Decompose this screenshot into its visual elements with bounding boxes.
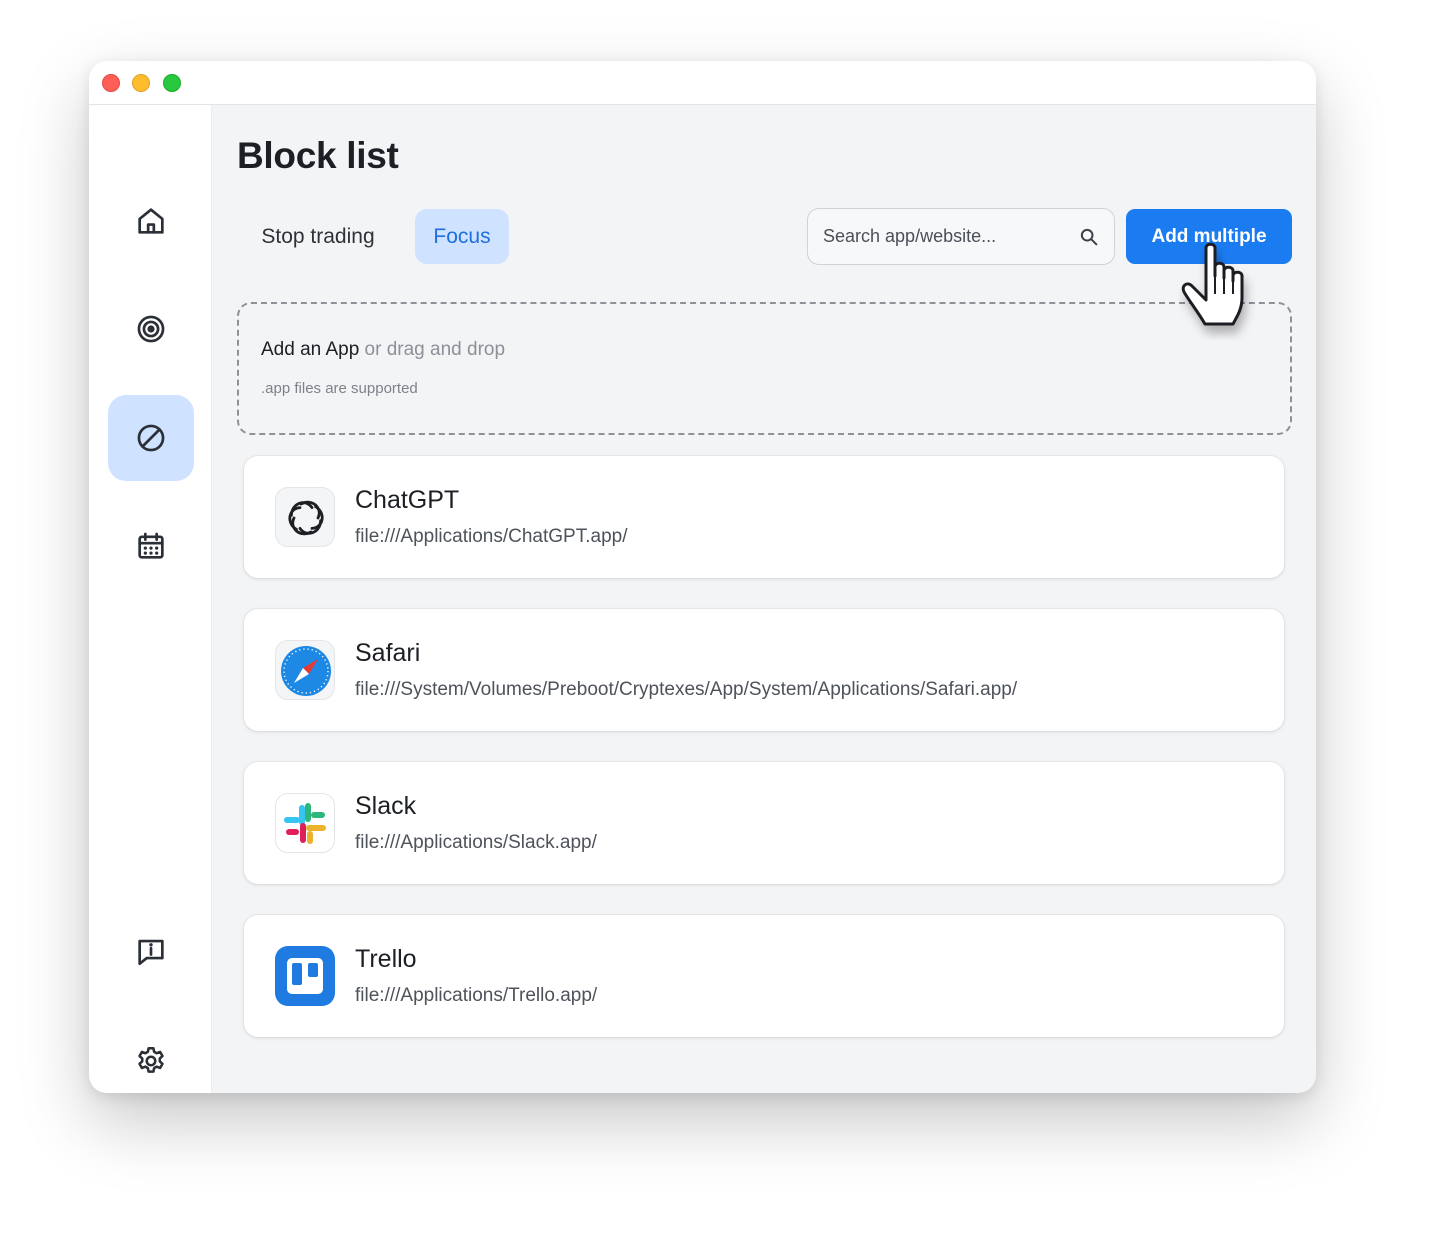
add-app-link[interactable]: Add an App	[261, 339, 359, 360]
search-icon[interactable]	[1078, 226, 1100, 248]
title-bar	[89, 61, 1316, 105]
app-row-trello[interactable]: Trello file:///Applications/Trello.app/	[244, 915, 1284, 1037]
zoom-window-button[interactable]	[163, 74, 181, 92]
app-name: Trello	[355, 945, 417, 973]
dropzone-subtitle: .app files are supported	[261, 380, 418, 397]
app-path: file:///Applications/Slack.app/	[355, 832, 597, 853]
block-icon	[137, 424, 165, 452]
search-box	[807, 208, 1115, 265]
app-name: Safari	[355, 639, 421, 667]
app-path: file:///Applications/ChatGPT.app/	[355, 526, 628, 547]
minimize-window-button[interactable]	[132, 74, 150, 92]
info-icon	[138, 939, 164, 966]
drag-drop-hint: or drag and drop	[359, 339, 506, 360]
add-multiple-button[interactable]: Add multiple	[1126, 209, 1292, 264]
safari-icon	[275, 640, 335, 700]
tab-stop-trading[interactable]: Stop trading	[237, 209, 399, 264]
calendar-icon	[138, 532, 164, 559]
gear-icon	[138, 1046, 164, 1073]
app-window: Block list Stop trading Focus Add multip…	[89, 61, 1316, 1093]
slack-icon	[275, 793, 335, 853]
search-input[interactable]	[823, 226, 1078, 247]
app-row-slack[interactable]: Slack file:///Applications/Slack.app/	[244, 762, 1284, 884]
home-icon	[138, 208, 164, 234]
app-dropzone[interactable]: Add an App or drag and drop .app files a…	[237, 302, 1292, 435]
sidebar	[89, 105, 212, 1093]
sidebar-item-block[interactable]	[108, 395, 194, 481]
sidebar-item-settings[interactable]	[108, 1018, 194, 1093]
trello-icon	[275, 946, 335, 1006]
sidebar-item-calendar[interactable]	[108, 503, 194, 589]
app-row-chatgpt[interactable]: ChatGPT file:///Applications/ChatGPT.app…	[244, 456, 1284, 578]
app-path: file:///System/Volumes/Preboot/Cryptexes…	[355, 679, 1018, 700]
target-icon	[137, 315, 165, 343]
app-row-safari[interactable]: Safari file:///System/Volumes/Preboot/Cr…	[244, 609, 1284, 731]
app-path: file:///Applications/Trello.app/	[355, 985, 598, 1006]
dropzone-title: Add an App or drag and drop	[261, 339, 505, 361]
app-name: ChatGPT	[355, 486, 460, 514]
chatgpt-icon	[275, 487, 335, 547]
sidebar-item-info[interactable]	[108, 908, 194, 994]
sidebar-item-home[interactable]	[108, 178, 194, 264]
close-window-button[interactable]	[102, 74, 120, 92]
page-title: Block list	[237, 135, 399, 176]
main-content: Block list Stop trading Focus Add multip…	[212, 105, 1316, 1093]
tab-focus[interactable]: Focus	[415, 209, 509, 264]
sidebar-item-target[interactable]	[108, 286, 194, 372]
app-name: Slack	[355, 792, 417, 820]
